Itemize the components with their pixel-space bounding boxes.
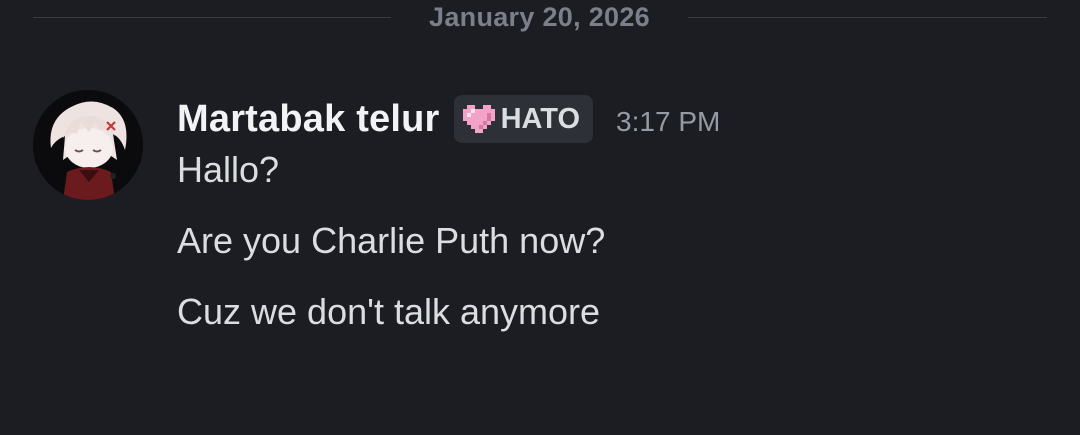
message-header: Martabak telur HATO 3:17 PM xyxy=(177,94,720,144)
message-content: Hallo? Are you Charlie Puth now? Cuz we … xyxy=(177,152,605,330)
author-name[interactable]: Martabak telur xyxy=(177,98,440,141)
message-line[interactable]: Cuz we don't talk anymore xyxy=(177,294,605,330)
avatar[interactable] xyxy=(33,90,143,200)
message-group: Martabak telur HATO 3:17 PM Hallo? Are y… xyxy=(0,84,1080,364)
date-divider: January 20, 2026 xyxy=(33,0,1047,34)
divider-line-right xyxy=(688,17,1047,18)
server-tag-badge[interactable]: HATO xyxy=(453,95,594,143)
pixel-heart-icon xyxy=(462,105,495,133)
server-tag-label: HATO xyxy=(500,102,581,135)
message-line[interactable]: Are you Charlie Puth now? xyxy=(177,223,605,259)
divider-line-left xyxy=(33,17,391,18)
message-timestamp[interactable]: 3:17 PM xyxy=(616,106,720,138)
divider-date: January 20, 2026 xyxy=(429,2,650,32)
message-line[interactable]: Hallo? xyxy=(177,152,605,188)
